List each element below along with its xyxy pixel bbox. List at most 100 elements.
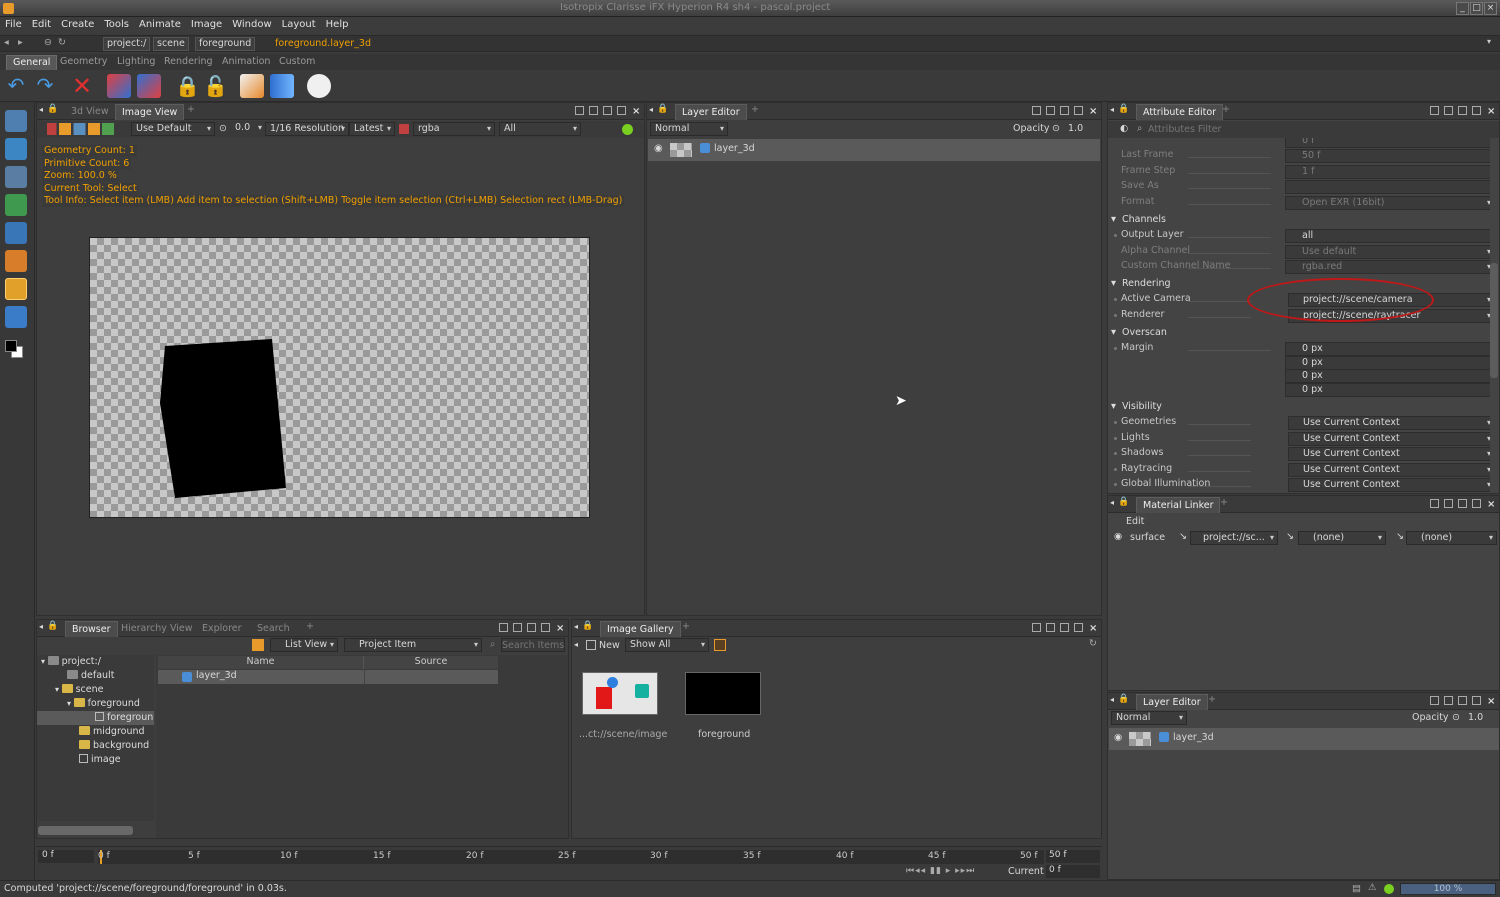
tab-layer-editor-2[interactable]: Layer Editor bbox=[1136, 694, 1208, 710]
shelf-tab-general[interactable]: General bbox=[6, 55, 58, 70]
undo-icon[interactable]: ↶ bbox=[4, 74, 28, 98]
tree-item-midground[interactable]: midground bbox=[79, 725, 145, 739]
refresh-icon[interactable]: ↻ bbox=[1089, 638, 1097, 649]
add-tab-icon[interactable]: + bbox=[306, 621, 314, 632]
maximize-panel-icon[interactable] bbox=[1074, 106, 1083, 115]
close-panel-icon[interactable]: × bbox=[632, 107, 641, 117]
float-icon[interactable] bbox=[1458, 499, 1467, 508]
float-icon[interactable] bbox=[1458, 696, 1467, 705]
timeline-end-field[interactable]: 50 f bbox=[1046, 850, 1100, 863]
shader-box-icon[interactable] bbox=[240, 74, 264, 98]
filter-toggle-icon[interactable]: ◐ bbox=[1120, 123, 1128, 134]
panel-lock-icon[interactable]: 🔒 bbox=[47, 104, 58, 114]
panel-menu-icon[interactable]: ◂ bbox=[574, 622, 578, 631]
split-h-icon[interactable] bbox=[1430, 106, 1439, 115]
menu-help[interactable]: Help bbox=[321, 17, 354, 30]
add-tab-icon[interactable]: + bbox=[1222, 104, 1230, 115]
tab-material-linker[interactable]: Material Linker bbox=[1136, 497, 1221, 513]
render-status-icon[interactable] bbox=[622, 124, 633, 135]
pick-icon[interactable]: ↘ bbox=[1179, 531, 1187, 542]
visibility-eye-icon[interactable]: ◉ bbox=[654, 143, 663, 154]
pick-icon[interactable]: ↘ bbox=[1396, 531, 1404, 542]
panel-menu-icon[interactable]: ◂ bbox=[1110, 498, 1114, 507]
maximize-panel-icon[interactable] bbox=[541, 623, 550, 632]
material-select[interactable]: project://sc... bbox=[1190, 531, 1278, 545]
maximize-panel-icon[interactable] bbox=[1472, 696, 1481, 705]
panel-lock-icon[interactable]: 🔒 bbox=[582, 621, 593, 631]
tree-item-default[interactable]: default bbox=[67, 669, 114, 683]
panel-lock-icon[interactable]: 🔒 bbox=[47, 621, 58, 631]
tree-scrollbar[interactable] bbox=[38, 826, 133, 835]
tab-hierarchy-view[interactable]: Hierarchy View bbox=[115, 621, 198, 637]
pick-icon[interactable]: ↘ bbox=[1286, 531, 1294, 542]
lock-icon[interactable]: 🔒 bbox=[175, 74, 200, 98]
gallery-thumb-image[interactable] bbox=[582, 672, 658, 715]
playback-controls[interactable]: ⏮◂◂ ▮▮ ▸ ▸▸⏭ bbox=[906, 866, 998, 878]
shelf-tab-rendering[interactable]: Rendering bbox=[158, 55, 219, 70]
opacity-field[interactable]: 1.0 bbox=[1068, 123, 1083, 134]
maximize-panel-icon[interactable] bbox=[617, 106, 626, 115]
search-items-input[interactable] bbox=[501, 638, 565, 652]
float-icon[interactable] bbox=[527, 623, 536, 632]
shelf-tab-custom[interactable]: Custom bbox=[273, 55, 321, 70]
exposure-field[interactable]: 0.0 bbox=[231, 122, 265, 136]
tab-layer-editor[interactable]: Layer Editor bbox=[675, 104, 747, 120]
navigate-tool-icon[interactable] bbox=[5, 110, 27, 132]
edit-menu[interactable]: Edit bbox=[1126, 516, 1144, 527]
camera-tool-icon[interactable] bbox=[5, 222, 27, 244]
add-tab-icon[interactable]: + bbox=[1220, 497, 1228, 508]
show-filter-select[interactable]: Show All bbox=[625, 638, 709, 652]
split-v-icon[interactable] bbox=[1444, 499, 1453, 508]
log-icon[interactable]: ▤ bbox=[1352, 883, 1361, 894]
hierarchy-icon[interactable] bbox=[137, 74, 161, 98]
close-panel-icon[interactable]: × bbox=[1487, 107, 1496, 117]
address-dropdown-icon[interactable]: ▾ bbox=[1487, 37, 1491, 46]
split-h-icon[interactable] bbox=[1430, 499, 1439, 508]
visibility-eye-icon[interactable]: ◉ bbox=[1114, 732, 1122, 743]
minimize-button[interactable]: _ bbox=[1456, 2, 1469, 15]
add-tab-icon[interactable]: + bbox=[751, 104, 759, 115]
tree-item-background[interactable]: background bbox=[79, 739, 149, 753]
maximize-panel-icon[interactable] bbox=[1472, 499, 1481, 508]
picker-tool-icon[interactable] bbox=[5, 166, 27, 188]
item-type-select[interactable]: Project Item bbox=[344, 638, 482, 652]
split-h-icon[interactable] bbox=[575, 106, 584, 115]
display-select[interactable]: Use Default bbox=[131, 122, 215, 136]
tree-item-foreground-image[interactable]: foregroun bbox=[37, 711, 154, 725]
maximize-panel-icon[interactable] bbox=[1472, 106, 1481, 115]
tab-explorer[interactable]: Explorer bbox=[196, 621, 248, 637]
paint-tool-icon[interactable] bbox=[5, 194, 27, 216]
menu-window[interactable]: Window bbox=[227, 17, 276, 30]
blend-mode-select[interactable]: Normal bbox=[650, 122, 728, 136]
menu-tools[interactable]: Tools bbox=[99, 17, 134, 30]
menu-edit[interactable]: Edit bbox=[27, 17, 56, 30]
close-panel-icon[interactable]: × bbox=[1487, 697, 1496, 707]
panel-lock-icon[interactable]: 🔒 bbox=[1118, 497, 1129, 507]
color-swatch-icon[interactable] bbox=[5, 340, 25, 360]
section-channels[interactable]: Channels bbox=[1108, 213, 1488, 227]
split-v-icon[interactable] bbox=[1046, 106, 1055, 115]
gallery-thumb-foreground[interactable] bbox=[685, 672, 761, 715]
shelf-tab-animation[interactable]: Animation bbox=[216, 55, 276, 70]
shield-icon[interactable] bbox=[270, 74, 294, 98]
instance-icon[interactable] bbox=[107, 74, 131, 98]
gallery-options-icon[interactable] bbox=[714, 639, 726, 651]
panel-menu-icon[interactable]: ◂ bbox=[39, 105, 43, 114]
split-v-icon[interactable] bbox=[1444, 106, 1453, 115]
column-header-source[interactable]: Source bbox=[364, 656, 498, 669]
shelf-tab-lighting[interactable]: Lighting bbox=[111, 55, 161, 70]
split-v-icon[interactable] bbox=[1046, 623, 1055, 632]
menu-create[interactable]: Create bbox=[56, 17, 99, 30]
layer-select[interactable]: All bbox=[499, 122, 581, 136]
add-tab-icon[interactable]: + bbox=[682, 621, 690, 632]
brush-tool-icon[interactable] bbox=[5, 306, 27, 328]
tab-image-view[interactable]: Image View bbox=[115, 104, 185, 120]
select-tool-icon[interactable] bbox=[5, 278, 27, 300]
tree-item-project[interactable]: ▾ project:/ bbox=[41, 655, 101, 669]
close-panel-icon[interactable]: × bbox=[1089, 107, 1098, 117]
back-arrow-icon[interactable]: ◂ bbox=[4, 37, 9, 48]
scatter-tool-icon[interactable] bbox=[5, 250, 27, 272]
panel-lock-icon[interactable]: 🔒 bbox=[1118, 694, 1129, 704]
transform-tool-icon[interactable] bbox=[5, 138, 27, 160]
image-canvas[interactable] bbox=[89, 237, 590, 518]
